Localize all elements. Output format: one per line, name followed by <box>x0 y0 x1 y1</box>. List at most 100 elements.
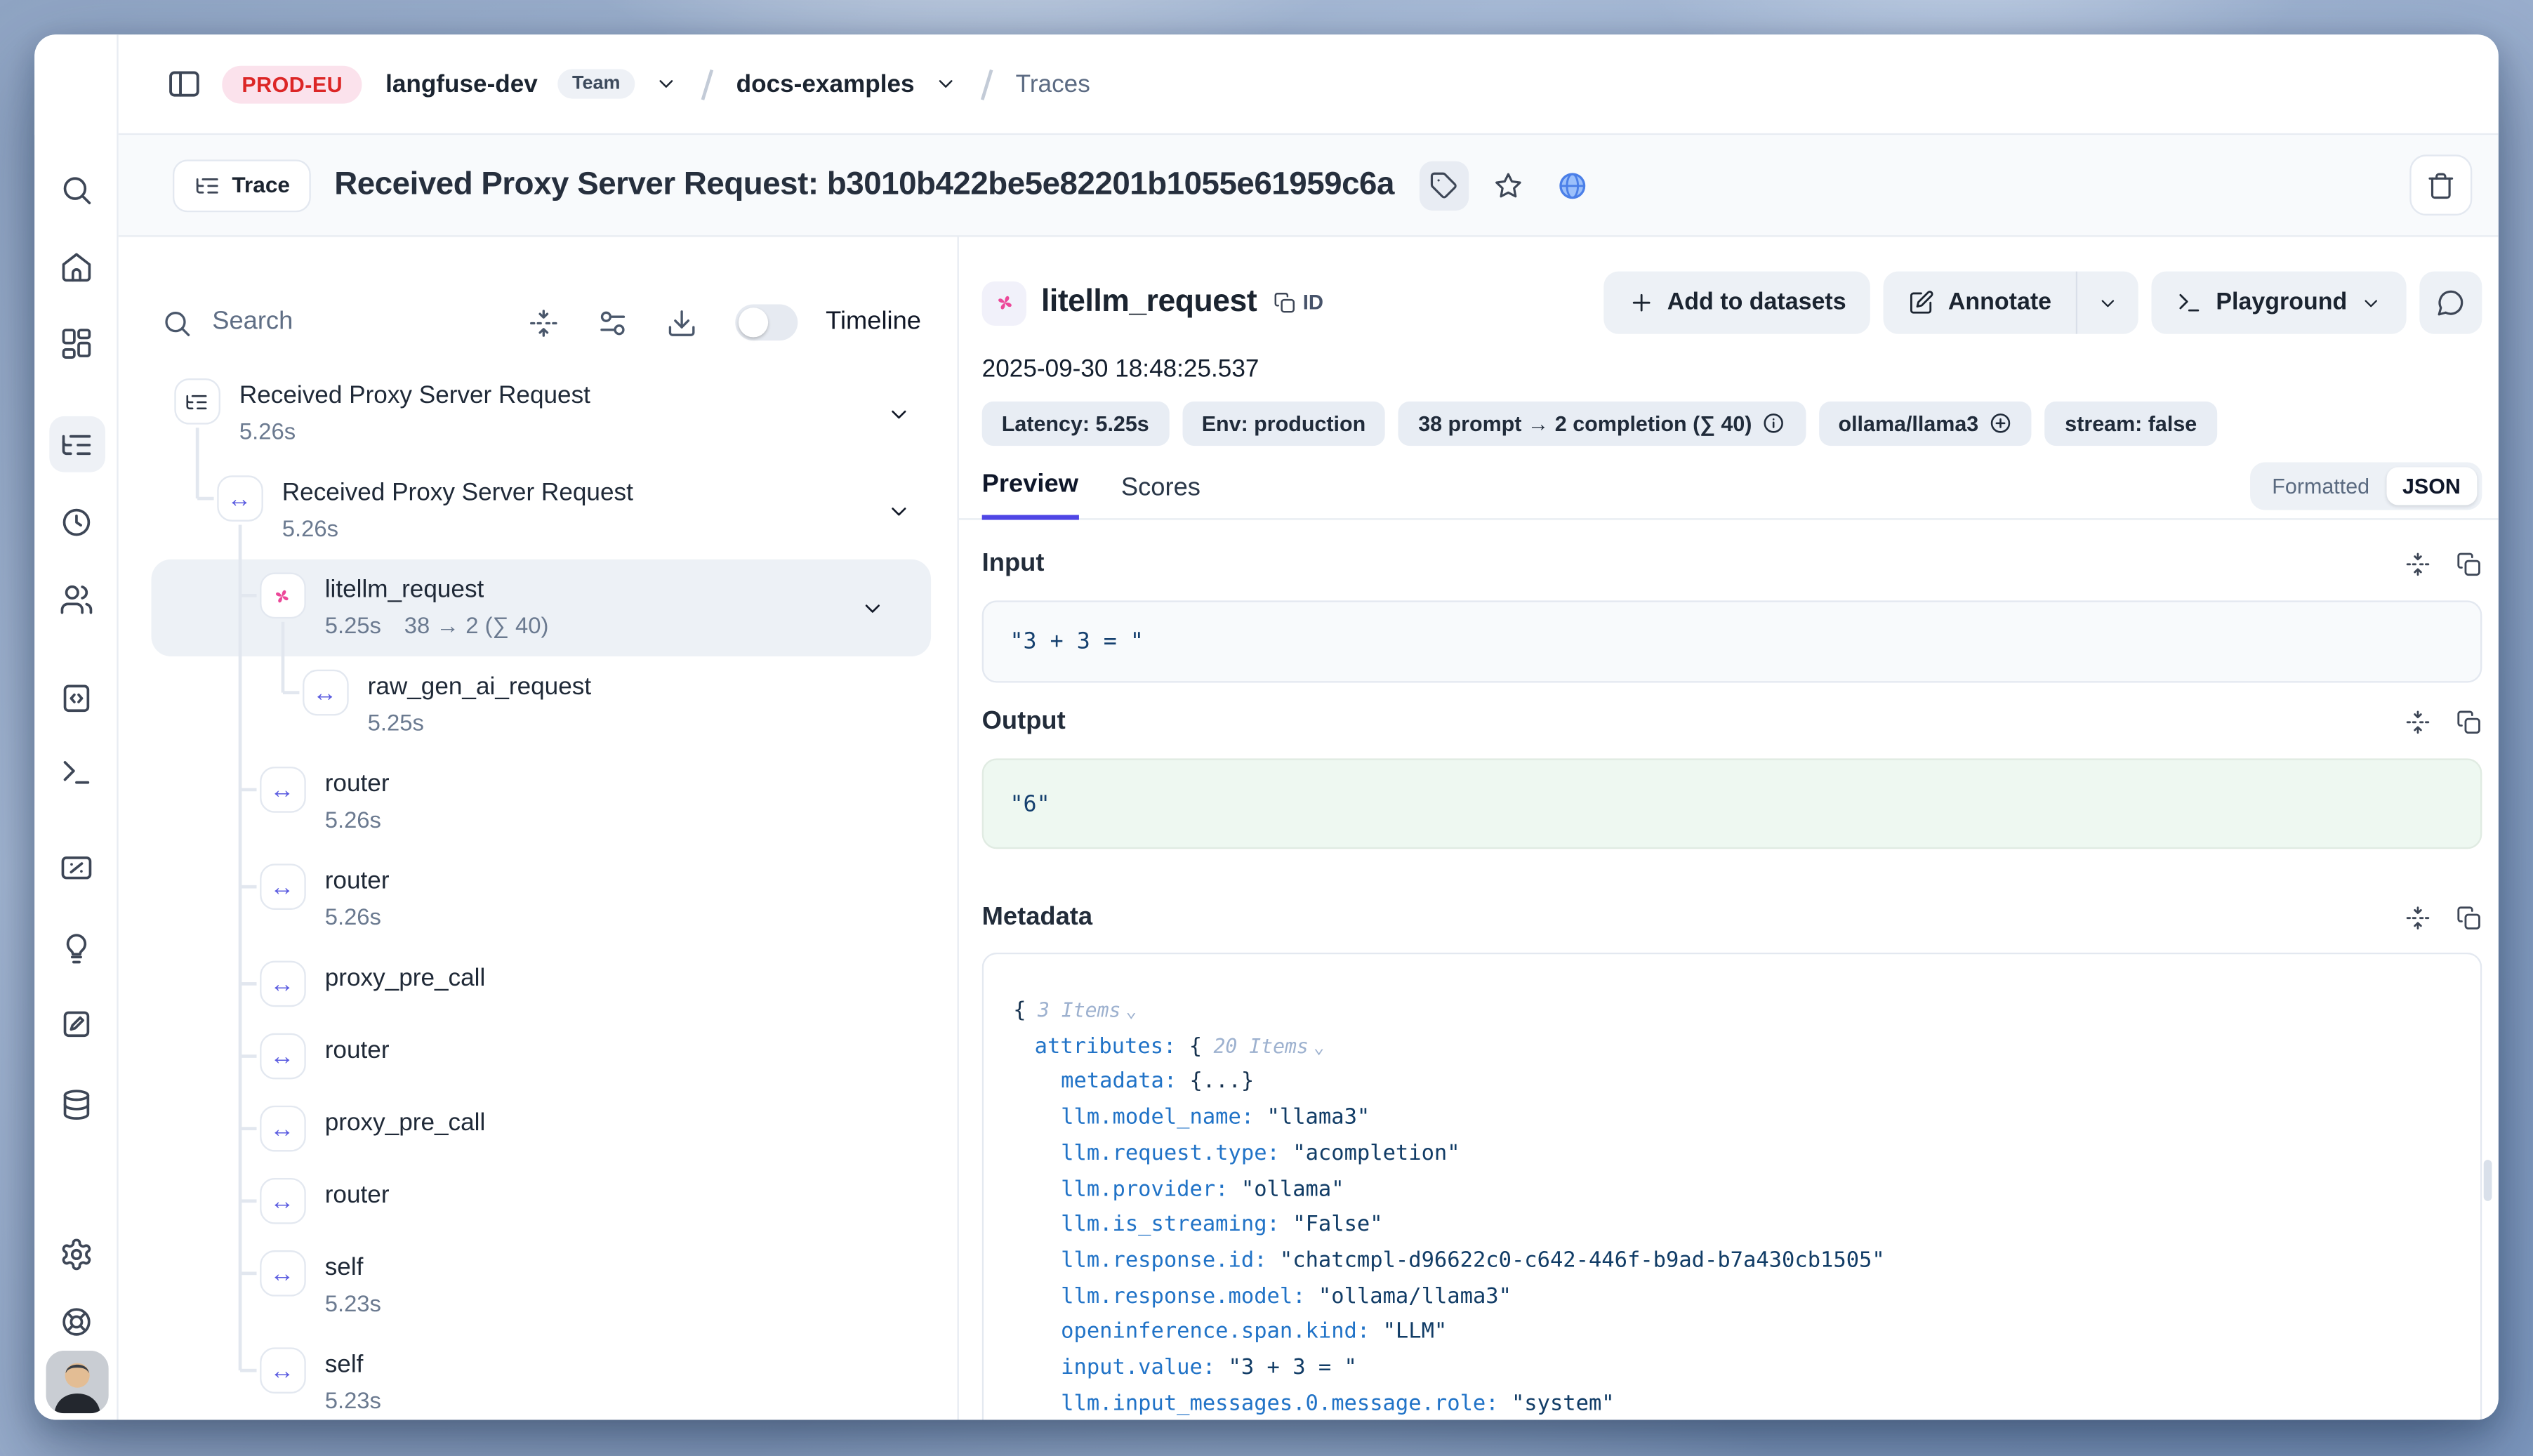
collapse-section-icon[interactable] <box>2405 905 2431 931</box>
sidebar-item-settings[interactable] <box>48 1226 105 1282</box>
search-icon <box>161 307 193 338</box>
copy-id-button[interactable]: ID <box>1274 291 1323 315</box>
tree-row-router[interactable]: ↔router5.26s <box>119 753 958 850</box>
public-share-button[interactable] <box>1547 160 1596 209</box>
sidebar-item-prompts[interactable] <box>48 670 105 726</box>
organization-chevron-down-icon[interactable] <box>655 72 678 95</box>
generation-pinwheel-icon <box>991 289 1017 315</box>
trace-tree-panel: Search Timeline Received Proxy Server Re… <box>119 237 958 1419</box>
tree-row-litellm-request[interactable]: litellm_request5.25s38 → 2 (∑ 40) <box>152 560 932 656</box>
observation-chip[interactable]: Env: production <box>1182 402 1386 446</box>
tree-row-raw-gen-ai-request[interactable]: ↔raw_gen_ai_request5.25s <box>119 656 958 753</box>
sidebar-toggle-icon[interactable] <box>166 66 203 102</box>
sidebar-item-sessions[interactable] <box>48 494 105 550</box>
observation-chip[interactable]: stream: false <box>2045 402 2216 446</box>
tree-row-duration: 5.25s38 → 2 (∑ 40) <box>325 609 549 643</box>
star-icon <box>1493 171 1522 200</box>
plus-circle-icon <box>1988 411 2012 435</box>
tree-row-received-proxy-server-request[interactable]: ↔Received Proxy Server Request5.26s <box>119 463 958 560</box>
json-items-count[interactable]: 20 Items <box>1213 1034 1308 1057</box>
tree-row-duration: 5.26s <box>282 512 633 546</box>
tree-connector-line <box>240 788 256 791</box>
json-brace: { <box>1189 1034 1202 1059</box>
json-key: llm.response.id: <box>1061 1249 1280 1273</box>
tree-row-collapse-chevron-icon[interactable] <box>887 402 911 426</box>
input-heading: Input <box>982 550 1045 579</box>
observation-chip[interactable]: ollama/llama3 <box>1818 402 2032 446</box>
json-value: "acompletion" <box>1292 1141 1460 1166</box>
sidebar-item-playground[interactable] <box>48 743 105 800</box>
breadcrumb-organization[interactable]: langfuse-dev <box>385 70 538 98</box>
tags-button[interactable] <box>1419 160 1468 209</box>
tree-row-router[interactable]: ↔router5.26s <box>119 851 958 948</box>
sidebar-item-scores[interactable] <box>48 839 105 895</box>
copy-icon[interactable] <box>2456 905 2482 931</box>
tree-row-label: router <box>325 863 390 900</box>
environment-badge[interactable]: PROD-EU <box>222 65 362 103</box>
tree-row-received-proxy-server-request[interactable]: Received Proxy Server Request5.26s <box>119 365 958 462</box>
format-option-formatted[interactable]: Formatted <box>2256 468 2386 505</box>
sidebar-item-insights[interactable] <box>48 920 105 976</box>
pencil-square-icon <box>1909 289 1935 315</box>
timeline-toggle[interactable] <box>735 305 798 341</box>
bookmark-button[interactable] <box>1483 160 1532 209</box>
sidebar-item-dashboard[interactable] <box>48 315 105 371</box>
collapse-section-icon[interactable] <box>2405 551 2431 577</box>
tree-row-label: router <box>325 1033 390 1070</box>
delete-trace-button[interactable] <box>2409 154 2472 216</box>
breadcrumb-section[interactable]: Traces <box>1016 70 1090 98</box>
tree-row-self[interactable]: ↔self5.23s <box>119 1237 958 1334</box>
comments-button[interactable] <box>2419 272 2482 334</box>
json-line: llm.model_name: "llama3" <box>1013 1101 2480 1137</box>
sidebar-item-annotation[interactable] <box>48 995 105 1052</box>
globe-icon <box>1556 168 1589 201</box>
trace-type-badge[interactable]: Trace <box>173 159 311 211</box>
breadcrumb-project[interactable]: docs-examples <box>736 70 915 98</box>
tree-row-collapse-chevron-icon[interactable] <box>860 595 885 620</box>
collapse-all-icon[interactable] <box>528 307 560 338</box>
json-collapse-chevron-icon[interactable]: ⌄ <box>1125 1000 1137 1021</box>
sidebar-item-search[interactable] <box>48 161 105 218</box>
tree-connector-line <box>240 1272 256 1275</box>
tree-connector-line <box>282 622 284 693</box>
json-value: {...} <box>1190 1070 1255 1094</box>
observation-detail-panel: litellm_request ID Add to datasets Annot… <box>958 237 2499 1419</box>
sidebar-item-users[interactable] <box>48 571 105 627</box>
observation-chip[interactable]: 38 prompt → 2 completion (∑ 40) <box>1398 402 1806 446</box>
sidebar-item-support[interactable] <box>48 1293 105 1349</box>
support-icon <box>59 1304 93 1338</box>
collapse-section-icon[interactable] <box>2405 709 2431 735</box>
tree-row-label: Received Proxy Server Request <box>239 378 590 415</box>
chip-label: Env: production <box>1202 411 1366 436</box>
download-icon[interactable] <box>666 307 698 338</box>
copy-icon[interactable] <box>2456 709 2482 735</box>
tree-connector-line <box>240 1369 256 1372</box>
copy-icon[interactable] <box>2456 551 2482 577</box>
annotate-button[interactable]: Annotate <box>1884 272 2076 334</box>
annotate-dropdown-button[interactable] <box>2078 272 2139 334</box>
json-collapse-chevron-icon[interactable]: ⌄ <box>1314 1036 1325 1057</box>
json-value: "ollama/llama3" <box>1318 1284 1512 1309</box>
project-chevron-down-icon[interactable] <box>934 72 958 95</box>
view-settings-icon[interactable] <box>597 307 628 338</box>
sidebar-item-tracing[interactable] <box>48 416 105 472</box>
format-option-json[interactable]: JSON <box>2386 468 2478 505</box>
user-avatar[interactable] <box>45 1351 107 1413</box>
sidebar-item-home[interactable] <box>48 239 105 295</box>
search-input[interactable]: Search <box>212 307 293 337</box>
tab-scores[interactable]: Scores <box>1121 474 1201 518</box>
add-to-datasets-button[interactable]: Add to datasets <box>1603 272 1870 334</box>
chat-bubble-icon <box>2436 288 2466 317</box>
sidebar-item-datasets[interactable] <box>48 1076 105 1132</box>
scrollbar-thumb[interactable] <box>2484 1160 2492 1201</box>
json-items-count[interactable]: 3 Items <box>1038 999 1120 1022</box>
tree-row-self[interactable]: ↔self5.23s <box>119 1335 958 1420</box>
playground-button[interactable]: Playground <box>2152 272 2407 334</box>
tree-row-collapse-chevron-icon[interactable] <box>887 498 911 523</box>
json-key: llm.response.model: <box>1061 1284 1318 1309</box>
json-key: llm.provider: <box>1061 1177 1241 1202</box>
tree-row-duration: 5.26s <box>325 803 390 838</box>
observation-chip[interactable]: Latency: 5.25s <box>982 402 1169 446</box>
terminal-icon <box>2176 289 2202 315</box>
tab-preview[interactable]: Preview <box>982 470 1078 519</box>
